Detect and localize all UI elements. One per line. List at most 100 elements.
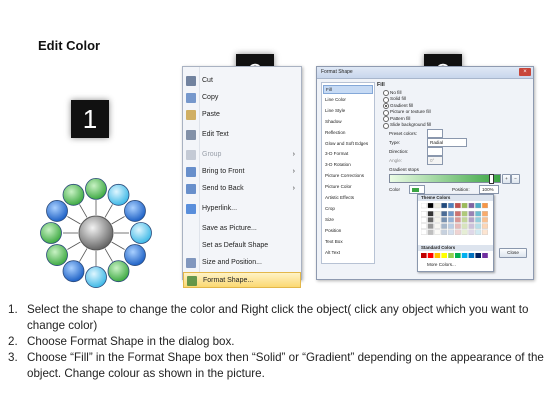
gradient-stops-bar[interactable]: [389, 174, 501, 183]
diagram-node-green[interactable]: [107, 260, 130, 283]
theme-color-swatch[interactable]: [461, 223, 468, 229]
standard-color-swatch[interactable]: [461, 253, 468, 258]
add-stop-icon[interactable]: +: [502, 174, 511, 184]
diagram-node-light-blue[interactable]: [85, 266, 107, 289]
theme-color-swatch[interactable]: [482, 211, 488, 217]
nav-item[interactable]: Position: [323, 227, 373, 236]
theme-color-swatch[interactable]: [461, 211, 468, 217]
nav-item[interactable]: Picture Color: [323, 183, 373, 192]
theme-color-swatch[interactable]: [441, 229, 448, 235]
close-button[interactable]: Close: [499, 248, 527, 258]
theme-color-swatch[interactable]: [461, 203, 468, 209]
theme-color-swatch[interactable]: [427, 223, 434, 229]
theme-color-swatch[interactable]: [441, 203, 448, 209]
theme-color-swatch[interactable]: [468, 203, 475, 209]
color-dropdown[interactable]: [409, 185, 425, 194]
theme-color-swatch[interactable]: [454, 217, 461, 223]
theme-color-swatch[interactable]: [482, 223, 488, 229]
radial-diagram[interactable]: [30, 140, 162, 300]
theme-color-swatch[interactable]: [427, 203, 434, 209]
theme-color-swatch[interactable]: [448, 229, 454, 235]
nav-item[interactable]: Glow and Soft Edges: [323, 140, 373, 149]
standard-color-swatch[interactable]: [455, 253, 461, 258]
nav-item[interactable]: Artistic Effects: [323, 194, 373, 203]
standard-color-swatch[interactable]: [434, 253, 441, 258]
menu-item[interactable]: Hyperlink...: [183, 201, 301, 217]
menu-item[interactable]: Bring to Front ›: [183, 164, 301, 180]
theme-color-swatch[interactable]: [421, 229, 427, 235]
nav-item[interactable]: Line Color: [323, 96, 373, 105]
theme-color-swatch[interactable]: [448, 223, 454, 229]
center-node[interactable]: [78, 215, 114, 251]
close-icon[interactable]: ×: [519, 68, 531, 76]
menu-item[interactable]: Save as Picture...: [183, 221, 301, 237]
theme-color-swatch[interactable]: [448, 217, 454, 223]
menu-item[interactable]: Paste: [183, 107, 301, 123]
theme-color-swatch[interactable]: [461, 217, 468, 223]
menu-item[interactable]: Cut: [183, 73, 301, 89]
theme-color-swatch[interactable]: [427, 211, 434, 217]
theme-color-swatch[interactable]: [434, 211, 441, 217]
theme-color-swatch[interactable]: [441, 211, 448, 217]
theme-color-swatch[interactable]: [434, 229, 441, 235]
menu-item[interactable]: Format Shape...: [183, 272, 301, 288]
fill-option-radio[interactable]: [383, 116, 389, 122]
diagram-node-green[interactable]: [46, 244, 68, 266]
theme-color-swatch[interactable]: [421, 203, 427, 209]
standard-color-swatch[interactable]: [441, 253, 447, 258]
theme-color-swatch[interactable]: [454, 229, 461, 235]
theme-color-swatch[interactable]: [482, 229, 488, 235]
diagram-node-blue[interactable]: [46, 200, 68, 222]
preset-colors-dropdown[interactable]: [427, 129, 443, 138]
theme-color-swatch[interactable]: [434, 223, 441, 229]
menu-item[interactable]: Size and Position...: [183, 255, 301, 271]
nav-item[interactable]: Shadow: [323, 118, 373, 127]
diagram-node-blue[interactable]: [124, 244, 146, 266]
theme-color-swatch[interactable]: [441, 223, 448, 229]
fill-option-radio[interactable]: [383, 103, 389, 109]
menu-item[interactable]: Set as Default Shape: [183, 238, 301, 254]
diagram-node-blue[interactable]: [124, 200, 146, 222]
diagram-node-light-blue[interactable]: [107, 183, 130, 206]
direction-dropdown[interactable]: [427, 147, 443, 156]
palette-swatches[interactable]: [421, 203, 491, 261]
theme-color-swatch[interactable]: [454, 223, 461, 229]
nav-item[interactable]: Fill: [323, 85, 373, 94]
theme-color-swatch[interactable]: [468, 217, 475, 223]
theme-color-swatch[interactable]: [468, 211, 475, 217]
nav-item[interactable]: Size: [323, 216, 373, 225]
menu-item[interactable]: Send to Back ›: [183, 181, 301, 197]
theme-color-swatch[interactable]: [475, 203, 482, 209]
diagram-node-green[interactable]: [85, 178, 107, 200]
theme-color-swatch[interactable]: [454, 211, 461, 217]
standard-color-swatch[interactable]: [475, 253, 481, 258]
theme-color-swatch[interactable]: [475, 229, 482, 235]
fill-option-radio[interactable]: [383, 122, 389, 129]
menu-item[interactable]: Edit Text: [183, 127, 301, 143]
theme-color-swatch[interactable]: [454, 203, 461, 209]
theme-color-swatch[interactable]: [448, 211, 454, 217]
theme-color-swatch[interactable]: [434, 217, 441, 223]
theme-color-swatch[interactable]: [421, 223, 427, 229]
position-value[interactable]: 100%: [482, 187, 494, 192]
angle-input[interactable]: 0°: [427, 156, 443, 165]
nav-item[interactable]: 3-D Format: [323, 150, 373, 159]
theme-color-swatch[interactable]: [468, 223, 475, 229]
nav-item[interactable]: 3-D Rotation: [323, 161, 373, 170]
standard-color-swatch[interactable]: [468, 253, 475, 258]
nav-item[interactable]: Picture Corrections: [323, 172, 373, 181]
diagram-node-green[interactable]: [62, 183, 85, 206]
remove-stop-icon[interactable]: −: [511, 174, 520, 184]
theme-color-swatch[interactable]: [421, 211, 427, 217]
theme-color-swatch[interactable]: [482, 217, 488, 223]
diagram-node-green[interactable]: [40, 222, 62, 244]
theme-color-swatch[interactable]: [427, 217, 434, 223]
fill-option-radio[interactable]: [383, 96, 389, 103]
standard-color-swatch[interactable]: [427, 253, 434, 258]
type-dropdown[interactable]: Radial: [427, 138, 467, 147]
theme-color-swatch[interactable]: [461, 229, 468, 235]
nav-item[interactable]: Crop: [323, 205, 373, 214]
menu-item[interactable]: Copy: [183, 90, 301, 106]
fill-option-radio[interactable]: [383, 109, 389, 116]
fill-option-radio[interactable]: [383, 90, 389, 96]
